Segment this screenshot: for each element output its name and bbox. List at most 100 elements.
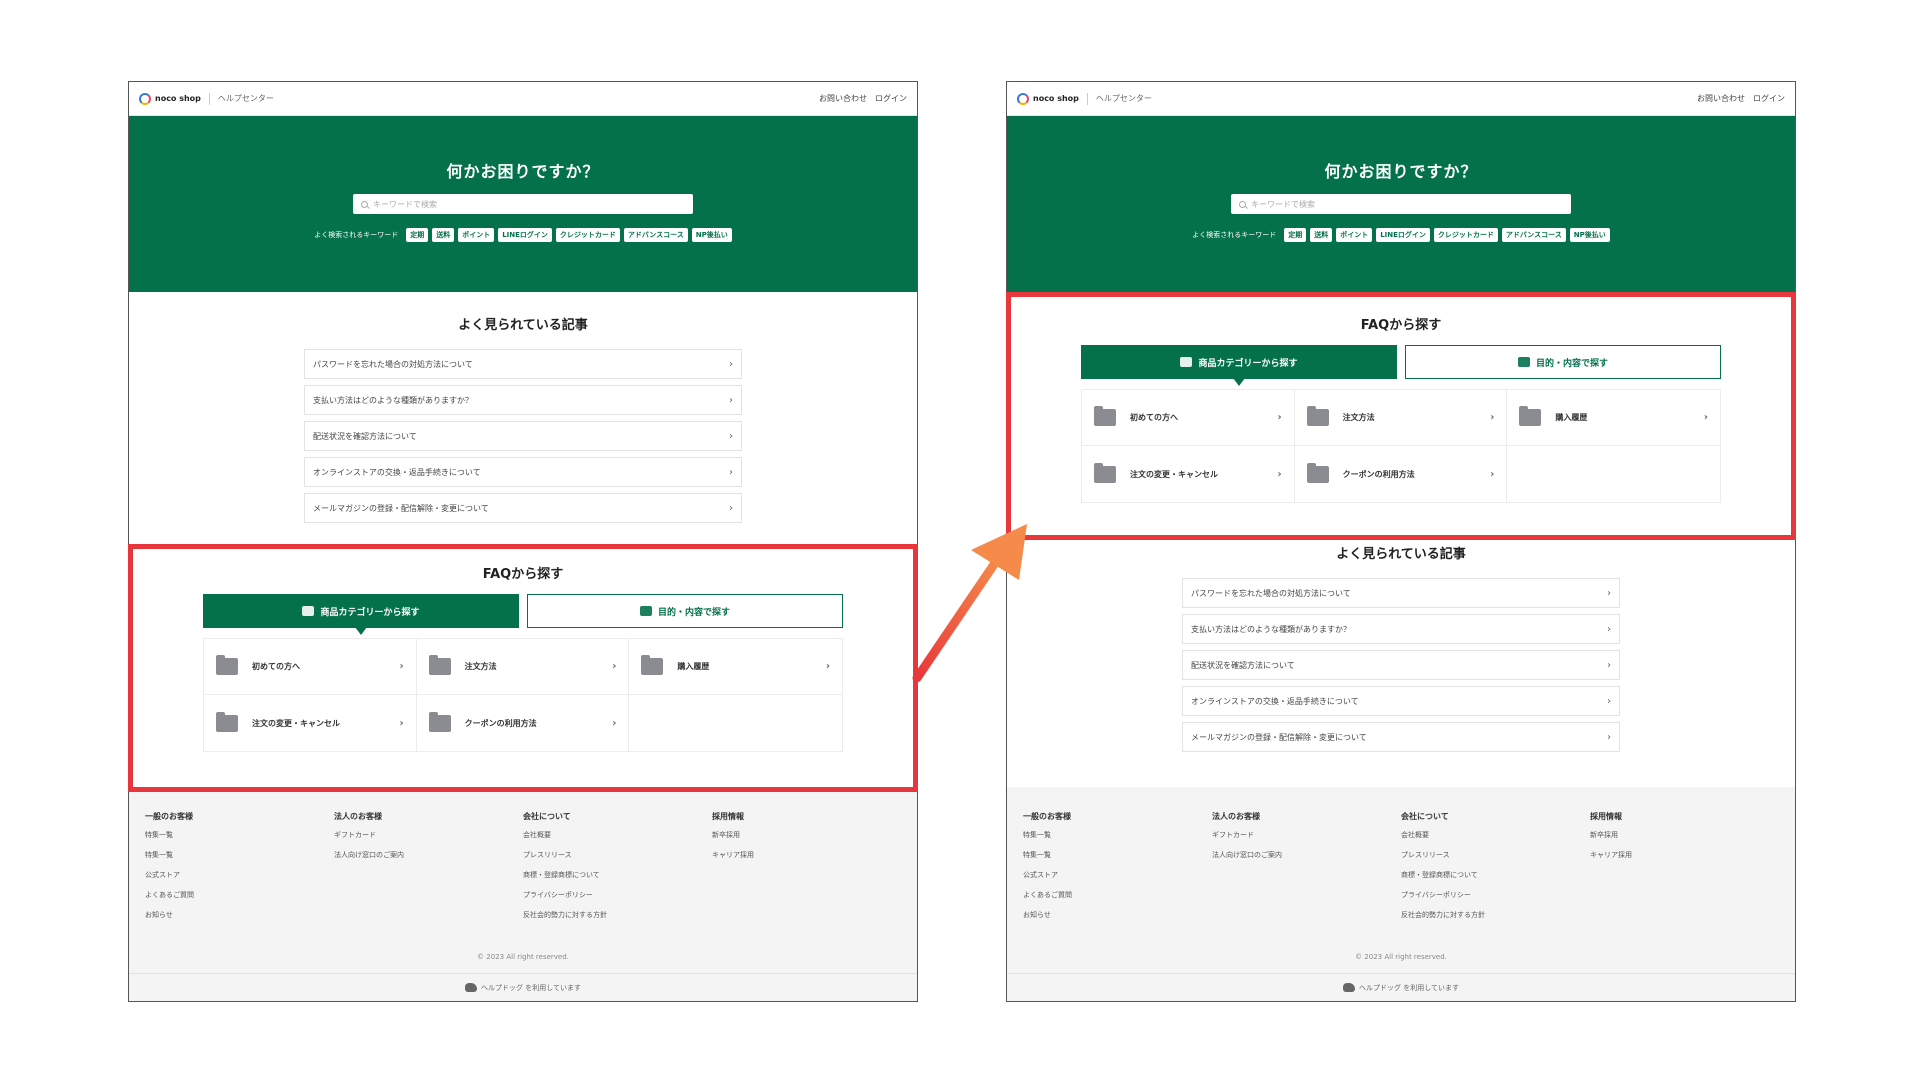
chevron-right-icon: ›: [1703, 412, 1708, 423]
keyword-tag[interactable]: LINEログイン: [498, 228, 552, 242]
search-input[interactable]: キーワードで検索: [353, 194, 693, 214]
keyword-list: よく検索されるキーワード 定期 送料 ポイント LINEログイン クレジットカー…: [1192, 228, 1610, 242]
footer-column: 一般のお客様 特集一覧 特集一覧 公式ストア よくあるご質問 お知らせ: [145, 811, 334, 930]
category-item[interactable]: 購入履歴 ›: [1507, 390, 1720, 446]
keyword-tag[interactable]: ポイント: [1336, 228, 1373, 242]
keyword-tag[interactable]: クレジットカード: [1433, 228, 1498, 242]
category-item[interactable]: クーポンの利用方法 ›: [417, 695, 630, 751]
footer-link[interactable]: 会社概要: [1401, 830, 1590, 840]
footer-link[interactable]: 会社概要: [523, 830, 712, 840]
footer-link[interactable]: プライバシーポリシー: [523, 890, 712, 900]
category-label: 購入履歴: [1555, 413, 1588, 422]
article-item[interactable]: メールマガジンの登録・配信解除・変更について ›: [1182, 722, 1620, 752]
category-item[interactable]: 注文方法 ›: [416, 639, 630, 695]
category-item[interactable]: クーポンの利用方法 ›: [1295, 446, 1508, 502]
article-label: パスワードを忘れた場合の対処方法について: [1191, 588, 1351, 598]
footer-link[interactable]: ギフトカード: [1212, 830, 1401, 840]
article-item[interactable]: メールマガジンの登録・配信解除・変更について ›: [304, 493, 742, 523]
chevron-right-icon: ›: [612, 717, 617, 729]
login-link[interactable]: ログイン: [1753, 93, 1785, 104]
keyword-tag[interactable]: LINEログイン: [1376, 228, 1430, 242]
article-item[interactable]: 支払い方法はどのような種類がありますか？ ›: [1182, 614, 1620, 644]
footer-link[interactable]: 法人向け窓口のご案内: [1212, 850, 1401, 860]
footer-link[interactable]: 新卒採用: [1590, 830, 1779, 840]
tab-label: 目的・内容で探す: [1535, 358, 1608, 369]
dog-icon: [1342, 983, 1355, 992]
keyword-tag[interactable]: 送料: [432, 228, 455, 242]
article-item[interactable]: オンラインストアの交換・返品手続きについて ›: [304, 457, 742, 487]
category-item[interactable]: 注文の変更・キャンセル ›: [1082, 446, 1295, 502]
footer-link[interactable]: ギフトカード: [334, 830, 523, 840]
article-item[interactable]: パスワードを忘れた場合の対処方法について ›: [1182, 578, 1620, 608]
keyword-tag[interactable]: アドバンスコース: [623, 228, 688, 242]
article-item[interactable]: パスワードを忘れた場合の対処方法について ›: [304, 349, 742, 379]
contact-link[interactable]: お問い合わせ: [1697, 93, 1745, 104]
footer-link[interactable]: キャリア採用: [1590, 850, 1779, 860]
contact-link[interactable]: お問い合わせ: [819, 93, 867, 104]
keyword-tag[interactable]: NP後払い: [691, 228, 732, 242]
footer-link[interactable]: 新卒採用: [712, 830, 901, 840]
keyword-tag[interactable]: 定期: [406, 228, 429, 242]
footer-link[interactable]: プレスリリース: [1401, 850, 1590, 860]
footer-column: 会社について 会社概要 プレスリリース 商標・登録商標について プライバシーポリ…: [1401, 811, 1590, 930]
footer-link[interactable]: お知らせ: [1023, 910, 1212, 920]
top-bar: noco shop ヘルプセンター お問い合わせ ログイン: [129, 82, 917, 116]
tab-category[interactable]: 商品カテゴリーから探す: [203, 594, 519, 635]
footer-link[interactable]: プライバシーポリシー: [1401, 890, 1590, 900]
category-item[interactable]: 注文の変更・キャンセル ›: [204, 695, 417, 751]
keyword-tag[interactable]: アドバンスコース: [1501, 228, 1566, 242]
footer-link[interactable]: 公式ストア: [145, 870, 334, 880]
popular-articles: よく見られている記事 パスワードを忘れた場合の対処方法について › 支払い方法はど…: [1007, 543, 1795, 752]
tab-purpose[interactable]: 目的・内容で探す: [1405, 345, 1721, 379]
footer-link[interactable]: 公式ストア: [1023, 870, 1212, 880]
keyword-tag[interactable]: NP後払い: [1569, 228, 1610, 242]
hero-title: 何かお困りですか？: [446, 162, 600, 181]
logo-text[interactable]: noco shop: [155, 94, 201, 103]
footer-link[interactable]: 反社会的勢力に対する方針: [523, 910, 712, 920]
popular-articles: よく見られている記事 パスワードを忘れた場合の対処方法について › 支払い方法はど…: [129, 314, 917, 523]
footer-link[interactable]: 反社会的勢力に対する方針: [1401, 910, 1590, 920]
category-label: クーポンの利用方法: [464, 718, 537, 728]
keywords-label: よく検索されるキーワード: [314, 231, 399, 239]
category-item[interactable]: 初めての方へ ›: [204, 639, 417, 695]
keyword-tag[interactable]: 送料: [1310, 228, 1333, 242]
search-input[interactable]: キーワードで検索: [1231, 194, 1571, 214]
category-item[interactable]: 初めての方へ ›: [1082, 390, 1295, 446]
keyword-tag[interactable]: ポイント: [458, 228, 495, 242]
footer-column-title: 会社について: [1401, 812, 1449, 821]
search-placeholder: キーワードで検索: [373, 199, 437, 209]
category-empty: [629, 695, 842, 751]
tab-category[interactable]: 商品カテゴリーから探す: [1081, 345, 1397, 386]
tab-purpose[interactable]: 目的・内容で探す: [527, 594, 843, 628]
logo-text[interactable]: noco shop: [1033, 94, 1079, 103]
category-item[interactable]: 購入履歴 ›: [629, 639, 842, 695]
footer-link[interactable]: 商標・登録商標について: [523, 870, 712, 880]
footer-link[interactable]: プレスリリース: [523, 850, 712, 860]
chevron-right-icon: ›: [612, 661, 617, 672]
login-link[interactable]: ログイン: [875, 93, 907, 104]
footer-link[interactable]: 特集一覧: [145, 830, 334, 840]
category-label: 購入履歴: [677, 662, 710, 671]
article-item[interactable]: オンラインストアの交換・返品手続きについて ›: [1182, 686, 1620, 716]
footer-link[interactable]: よくあるご質問: [145, 890, 334, 900]
footer-link[interactable]: 特集一覧: [145, 850, 334, 860]
footer-link[interactable]: よくあるご質問: [1023, 890, 1212, 900]
footer-link[interactable]: 特集一覧: [1023, 850, 1212, 860]
footer-link[interactable]: キャリア採用: [712, 850, 901, 860]
footer-link[interactable]: 法人向け窓口のご案内: [334, 850, 523, 860]
footer-link[interactable]: 特集一覧: [1023, 830, 1212, 840]
footer-column: 一般のお客様 特集一覧 特集一覧 公式ストア よくあるご質問 お知らせ: [1023, 811, 1212, 930]
box-icon: [302, 606, 315, 616]
keyword-tag[interactable]: 定期: [1284, 228, 1307, 242]
category-item[interactable]: 注文方法 ›: [1294, 390, 1508, 446]
article-item[interactable]: 配送状況を確認方法について ›: [1182, 650, 1620, 680]
powered-by[interactable]: ヘルプドッグ を利用しています: [1007, 973, 1795, 1001]
footer-link[interactable]: お知らせ: [145, 910, 334, 920]
powered-by[interactable]: ヘルプドッグ を利用しています: [129, 973, 917, 1001]
hero: 何かお困りですか？ キーワードで検索 よく検索されるキーワード 定期 送料 ポイ…: [129, 116, 917, 292]
article-item[interactable]: 配送状況を確認方法について ›: [304, 421, 742, 451]
footer-link[interactable]: 商標・登録商標について: [1401, 870, 1590, 880]
keyword-tag[interactable]: クレジットカード: [555, 228, 620, 242]
article-item[interactable]: 支払い方法はどのような種類がありますか？ ›: [304, 385, 742, 415]
keyword-list: よく検索されるキーワード 定期 送料 ポイント LINEログイン クレジットカー…: [314, 228, 732, 242]
